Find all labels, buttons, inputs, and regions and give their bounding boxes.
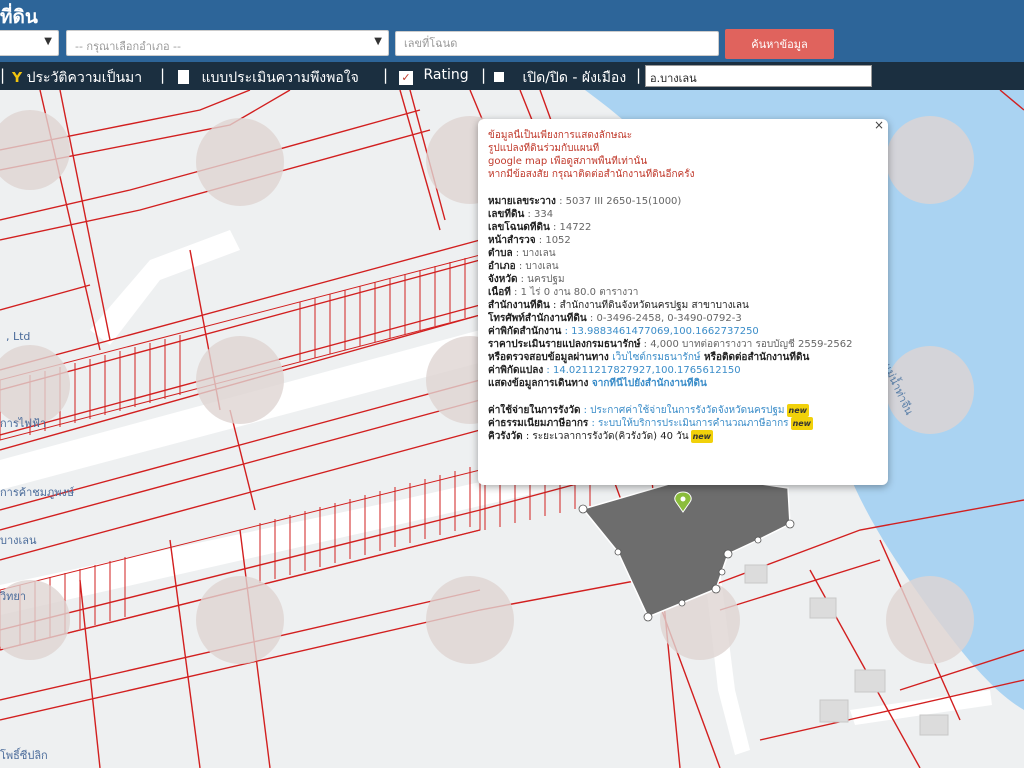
field-row: สำนักงานที่ดิน : สำนักงานที่ดินจังหวัดนค… xyxy=(488,299,878,312)
zoning-toggle[interactable]: เปิด/ปิด - ผังเมือง xyxy=(494,67,626,89)
toolbar: | 𝗬 ประวัติความเป็นมา | แบบประเมินความพึ… xyxy=(0,62,1024,90)
field-label: หรือตรวจสอบข้อมูลผ่านทาง xyxy=(488,352,613,363)
field-row: ค่าพิกัดสำนักงาน : 13.9883461477069,100.… xyxy=(488,325,878,338)
amphoe-select-value: -- กรุณาเลือกอำเภอ -- xyxy=(75,40,181,53)
toolbar-separator: | xyxy=(481,66,487,84)
treasury-website-link[interactable]: เว็บไซต์กรมธนารักษ์ xyxy=(612,352,700,363)
rating-link[interactable]: ✓ Rating xyxy=(399,67,469,85)
field-value: : 14722 xyxy=(549,222,592,233)
chevron-down-icon: ▼ xyxy=(44,36,52,47)
deed-number-input[interactable] xyxy=(395,31,719,56)
map-label-ltd: , Ltd xyxy=(6,330,31,343)
field-row: เลขโฉนดที่ดิน : 14722 xyxy=(488,221,878,234)
checkbox-checked-icon: ✓ xyxy=(399,71,413,85)
town-input[interactable]: อ.บางเลน xyxy=(645,65,872,87)
search-button[interactable]: ค้นหาข้อมูล xyxy=(725,29,834,59)
new-badge: new xyxy=(790,417,814,430)
office-coordinate-link[interactable]: : 13.9883461477069,100.1662737250 xyxy=(561,326,759,337)
survey-cost-link[interactable]: : ประกาศค่าใช้จ่ายในการรังวัดจังหวัดนครป… xyxy=(580,405,785,416)
field-value: : 1052 xyxy=(535,235,571,246)
chevron-down-icon: ▼ xyxy=(374,36,382,47)
field-row: จังหวัด : นครปฐม xyxy=(488,273,878,286)
field-label: ค่าธรรมเนียมภาษีอากร xyxy=(488,418,589,429)
field-value: : 4,000 บาทต่อตารางวา รอบบัญชี 2559-2562 xyxy=(640,339,853,350)
field-value: : ระยะเวลาการรังวัด(คิวรังวัด) 40 วัน xyxy=(522,431,689,442)
notice-line: ข้อมูลนี้เป็นเพียงการแสดงลักษณะ xyxy=(488,130,633,141)
rating-label: Rating xyxy=(423,67,469,83)
map-label-road: การค้าชมภูพงษ์ xyxy=(0,486,75,499)
field-value: : นครปฐม xyxy=(517,274,565,285)
field-label: ค่าพิกัดแปลง xyxy=(488,365,544,376)
field-row: ตำบล : บางเลน xyxy=(488,247,878,260)
field-row: หรือตรวจสอบข้อมูลผ่านทาง เว็บไซต์กรมธนาร… xyxy=(488,351,878,364)
field-label: ค่าใช้จ่ายในการรังวัด xyxy=(488,405,581,416)
survey-label: แบบประเมินความพึงพอใจ xyxy=(201,70,359,86)
field-row: ค่าใช้จ่ายในการรังวัด : ประกาศค่าใช้จ่าย… xyxy=(488,404,878,417)
document-icon xyxy=(178,70,189,84)
close-icon[interactable]: × xyxy=(874,119,884,132)
field-label: อำเภอ xyxy=(488,261,516,272)
field-value: : 334 xyxy=(524,209,554,220)
parcel-coordinate-link[interactable]: : 14.0211217827927,100.1765612150 xyxy=(543,365,740,376)
map-label-road: โพธิ์ซีปลิก xyxy=(0,749,48,762)
field-row: หมายเลขระวาง : 5037 III 2650-15(1000) xyxy=(488,195,878,208)
field-row: ค่าธรรมเนียมภาษีอากร : ระบบให้บริการประเ… xyxy=(488,417,878,430)
field-label: โทรศัพท์สำนักงานที่ดิน xyxy=(488,313,587,324)
field-value: : สำนักงานที่ดินจังหวัดนครปฐม สาขาบางเลน xyxy=(549,300,749,311)
sprout-icon: 𝗬 xyxy=(12,70,23,86)
toolbar-separator: | xyxy=(160,66,166,84)
field-label: หมายเลขระวาง xyxy=(488,196,556,207)
field-label: เนื้อที่ xyxy=(488,287,511,298)
field-label: เลขโฉนดที่ดิน xyxy=(488,222,550,233)
field-label: แสดงข้อมูลการเดินทาง xyxy=(488,378,589,389)
field-row: อำเภอ : บางเลน xyxy=(488,260,878,273)
field-label: สำนักงานที่ดิน xyxy=(488,300,550,311)
field-value: : 5037 III 2650-15(1000) xyxy=(555,196,682,207)
field-row: คิวรังวัด : ระยะเวลาการรังวัด(คิวรังวัด)… xyxy=(488,430,878,443)
notice-line: google map เพื่อดูสภาพพื้นที่เท่านั้น xyxy=(488,156,648,167)
zoning-toggle-label: เปิด/ปิด - ผังเมือง xyxy=(522,70,627,86)
field-row: ราคาประเมินรายแปลงกรมธนารักษ์ : 4,000 บา… xyxy=(488,338,878,351)
new-badge: new xyxy=(786,404,810,417)
field-label: ตำบล xyxy=(488,248,513,259)
map-label-road: การไฟฟ้า xyxy=(0,417,47,430)
toolbar-separator: | xyxy=(383,66,389,84)
field-row: แสดงข้อมูลการเดินทาง จากที่นี่ไปยังสำนัก… xyxy=(488,377,878,390)
tax-link[interactable]: : ระบบให้บริการประเมินการคำนวณภาษีอากร xyxy=(588,418,788,429)
field-value: : 1 ไร่ 0 งาน 80.0 ตารางวา xyxy=(510,287,639,298)
route-link[interactable]: จากที่นี่ไปยังสำนักงานที่ดิน xyxy=(588,378,707,389)
map-label-road: บางเลน xyxy=(0,534,37,547)
toolbar-separator: | xyxy=(636,66,642,84)
field-value: : บางเลน xyxy=(512,248,556,259)
notice-line: หากมีข้อสงสัย กรุณาติดต่อสำนักงานที่ดินอ… xyxy=(488,169,695,180)
map-label-road: วิทยา xyxy=(0,590,27,603)
field-value: : 0-3496-2458, 0-3490-0792-3 xyxy=(586,313,742,324)
field-row: เลขที่ดิน : 334 xyxy=(488,208,878,221)
field-row: โทรศัพท์สำนักงานที่ดิน : 0-3496-2458, 0-… xyxy=(488,312,878,325)
field-label: หน้าสำรวจ xyxy=(488,235,536,246)
field-row: เนื้อที่ : 1 ไร่ 0 งาน 80.0 ตารางวา xyxy=(488,286,878,299)
history-label: ประวัติความเป็นมา xyxy=(26,70,143,86)
field-label: จังหวัด xyxy=(488,274,518,285)
field-row: ค่าพิกัดแปลง : 14.0211217827927,100.1765… xyxy=(488,364,878,377)
field-value: : บางเลน xyxy=(515,261,559,272)
field-label: หรือติดต่อสำนักงานที่ดิน xyxy=(700,352,810,363)
toolbar-separator: | xyxy=(0,66,6,84)
header-bar: ที่ดิน ▼ -- กรุณาเลือกอำเภอ -- ▼ ค้นหาข้… xyxy=(0,0,1024,62)
page-title: ที่ดิน xyxy=(0,6,38,28)
field-label: ค่าพิกัดสำนักงาน xyxy=(488,326,562,337)
field-label: เลขที่ดิน xyxy=(488,209,525,220)
field-row: หน้าสำรวจ : 1052 xyxy=(488,234,878,247)
checkbox-icon xyxy=(494,72,504,82)
amphoe-select[interactable]: -- กรุณาเลือกอำเภอ -- ▼ xyxy=(66,30,389,56)
parcel-info-popup: × ข้อมูลนี้เป็นเพียงการแสดงลักษณะ รูปแปล… xyxy=(478,119,888,485)
field-label: คิวรังวัด xyxy=(488,431,523,442)
field-label: ราคาประเมินรายแปลงกรมธนารักษ์ xyxy=(488,339,641,350)
survey-link[interactable]: แบบประเมินความพึงพอใจ xyxy=(178,67,359,89)
new-badge: new xyxy=(690,430,714,443)
district-select[interactable]: ▼ xyxy=(0,30,59,56)
notice-line: รูปแปลงที่ดินร่วมกับแผนที่ xyxy=(488,143,600,154)
history-link[interactable]: 𝗬 ประวัติความเป็นมา xyxy=(12,67,142,89)
